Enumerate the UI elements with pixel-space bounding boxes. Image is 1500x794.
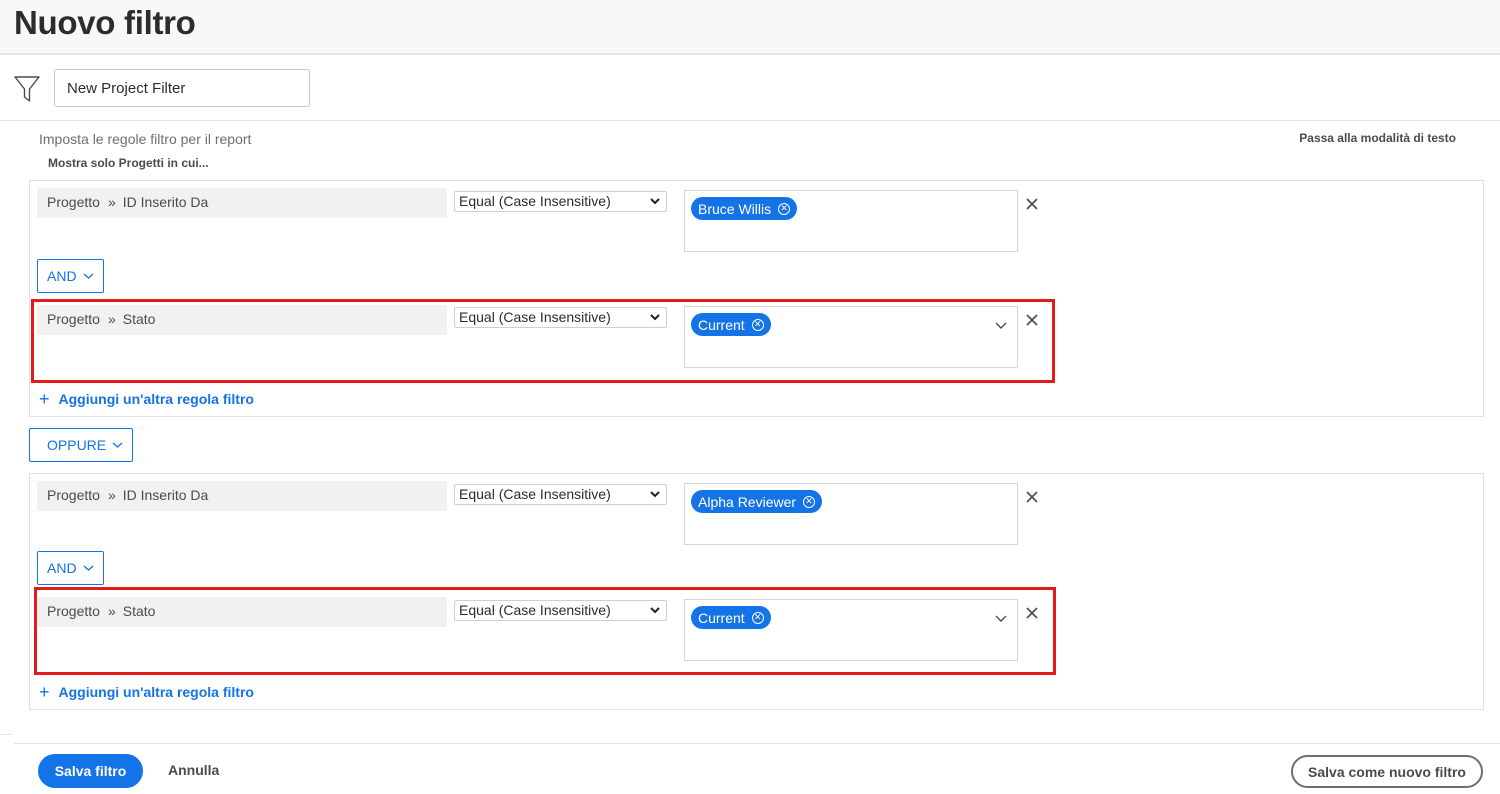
chevron-down-icon [83,565,93,571]
circle-x-icon[interactable]: ✕ [803,495,816,508]
rule-object: Progetto [47,487,100,503]
filter-name-input[interactable] [54,69,310,107]
rule-operator-select[interactable]: Equal (Case Insensitive) [454,484,667,505]
page-title: Nuovo filtro [14,4,196,41]
rule-field-name: ID Inserito Da [122,194,209,210]
highlight-annotation [31,299,1055,383]
value-tag: Bruce Willis ✕ [691,197,798,220]
filter-rules-hint: Mostra solo Progetti in cui... [48,156,209,170]
close-icon[interactable] [1024,489,1040,505]
value-tag-label: Alpha Reviewer [698,493,797,510]
group-conjunction-label: OPPURE [47,437,107,453]
rule-operator-select[interactable]: Equal (Case Insensitive) [454,191,667,212]
value-tag: Alpha Reviewer ✕ [691,490,823,513]
divider [0,734,12,735]
conjunction-label: AND [47,560,77,576]
chevron-down-icon [650,198,660,205]
divider [14,743,1500,744]
and-conjunction-button[interactable]: AND [37,259,104,293]
text-mode-link[interactable]: Passa alla modalità di testo [1299,131,1456,145]
and-conjunction-button[interactable]: AND [37,551,104,585]
rule-field[interactable]: Progetto » ID Inserito Da [37,481,447,511]
rule-value-box[interactable]: Alpha Reviewer ✕ [684,483,1018,545]
cancel-button[interactable]: Annulla [168,762,219,778]
rule-operator-value: Equal (Case Insensitive) [459,486,611,502]
rule-field-name: ID Inserito Da [122,487,209,503]
chevron-down-icon [83,273,93,279]
filter-name-row [0,57,1500,121]
add-rule-label: Aggiungi un'altra regola filtro [58,684,254,700]
save-as-new-filter-button[interactable]: Salva come nuovo filtro [1291,755,1483,788]
chevron-down-icon [650,491,660,498]
circle-x-icon[interactable]: ✕ [778,202,791,215]
page-header: Nuovo filtro [0,0,1500,55]
close-icon[interactable] [1024,196,1040,212]
highlight-annotation [34,587,1056,675]
add-rule-link[interactable]: + Aggiungi un'altra regola filtro [39,390,254,408]
funnel-icon [14,76,40,102]
rule-operator-value: Equal (Case Insensitive) [459,193,611,209]
plus-icon: + [39,389,50,409]
conjunction-label: AND [47,268,77,284]
add-rule-label: Aggiungi un'altra regola filtro [58,391,254,407]
rule-object: Progetto [47,194,100,210]
save-filter-button[interactable]: Salva filtro [38,754,143,788]
value-tag-label: Bruce Willis [698,200,772,217]
chevron-down-icon [112,442,123,448]
add-rule-link[interactable]: + Aggiungi un'altra regola filtro [39,683,254,701]
plus-icon: + [39,682,50,702]
oppure-conjunction-button[interactable]: OPPURE [29,428,134,462]
rule-value-box[interactable]: Bruce Willis ✕ [684,190,1018,252]
rule-field[interactable]: Progetto » ID Inserito Da [37,188,447,218]
double-chevron-right-icon: » [107,194,116,210]
filter-rules-subtitle: Imposta le regole filtro per il report [39,131,252,147]
double-chevron-right-icon: » [107,487,116,503]
